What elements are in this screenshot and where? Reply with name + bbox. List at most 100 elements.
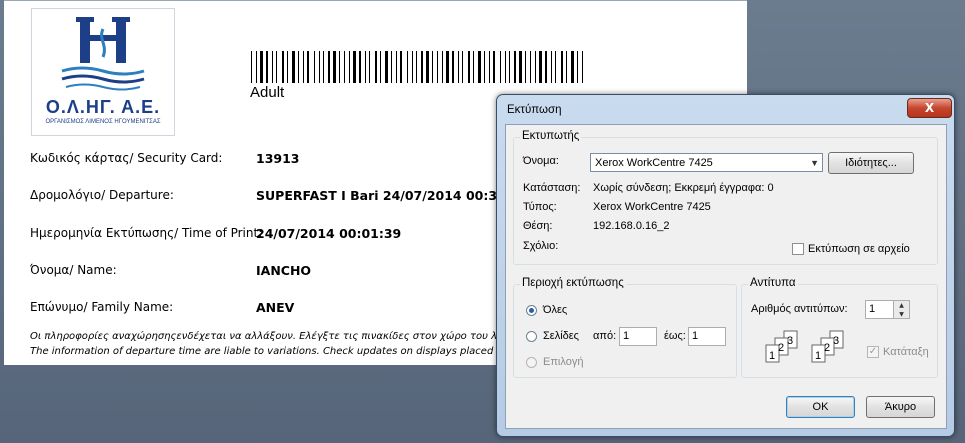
collate-page-3a: 3 <box>787 335 793 347</box>
collate-pages-icon: 1 2 3 1 2 3 <box>765 330 844 363</box>
barcode-bar <box>493 51 495 83</box>
from-page-input[interactable]: 1 <box>619 327 657 346</box>
copies-count-label: Αριθμός αντιτύπων: <box>751 303 848 315</box>
copies-count-input[interactable]: 1 <box>865 300 894 319</box>
barcode-bar <box>303 51 304 83</box>
cancel-button[interactable]: Άκυρο <box>866 396 935 418</box>
collate-page-2a: 2 <box>778 342 784 354</box>
barcode-bar <box>396 51 397 83</box>
logo-emblem-icon <box>61 17 145 91</box>
printer-name-value: Xerox WorkCentre 7425 <box>595 157 713 169</box>
barcode-bar <box>514 51 516 83</box>
barcode-bar <box>535 51 536 83</box>
range-all-label: Όλες <box>543 304 568 316</box>
print-range-title: Περιοχή εκτύπωσης <box>520 277 626 289</box>
comment-label: Σχόλιο: <box>523 240 559 252</box>
close-icon: X <box>924 101 935 115</box>
location-label: Θέση: <box>523 220 553 232</box>
copies-group: Αντίτυπα Αριθμός αντιτύπων: 1 ▲ ▼ 1 2 3 <box>741 277 938 378</box>
barcode-bar <box>272 51 273 83</box>
status-value: Χωρίς σύνδεση; Εκκρεμή έγγραφα: 0 <box>593 182 774 194</box>
barcode-bar <box>530 51 531 83</box>
close-button[interactable]: X <box>907 98 952 118</box>
spin-up-icon: ▲ <box>899 302 904 309</box>
collate-page-3b: 3 <box>833 335 839 347</box>
type-label: Τύπος: <box>523 201 557 213</box>
to-label: έως: <box>664 330 686 342</box>
print-dialog: Εκτύπωση X Εκτυπωτής Όνομα: Xerox WorkCe… <box>496 94 955 437</box>
barcode-bar <box>478 51 481 83</box>
barcode-bar <box>500 51 501 83</box>
barcode-bar <box>292 51 295 83</box>
barcode-bar <box>437 51 438 83</box>
name-label: Όνομα/ Name: <box>30 263 117 277</box>
ok-button[interactable]: OK <box>786 396 855 418</box>
print-time-label: Ημερομηνία Εκτύπωσης/ Time of Print: <box>30 226 263 240</box>
range-all-radio[interactable] <box>526 305 537 316</box>
barcode-bar <box>328 51 330 83</box>
port-authority-logo: Ο.Λ.ΗΓ. Α.Ε. ΟΡΓΑΝΙΣΜΟΣ ΛΙΜΕΝΟΣ ΗΓΟΥΜΕΝΙ… <box>31 8 175 136</box>
range-selection-label: Επιλογή <box>543 356 584 368</box>
barcode-bar <box>256 51 257 83</box>
barcode-bar <box>359 51 361 83</box>
barcode-bar <box>412 51 413 83</box>
barcode-bar <box>385 51 388 83</box>
collate-checkbox[interactable]: ✓ <box>867 346 879 358</box>
location-value: 192.168.0.16_2 <box>593 220 670 232</box>
printer-group-title: Εκτυπωτής <box>520 130 582 142</box>
barcode-bar <box>323 51 324 83</box>
barcode-bar <box>339 51 340 83</box>
departure-value: SUPERFAST I Bari 24/07/2014 00:30 <box>256 188 506 203</box>
chevron-down-icon: ▼ <box>810 158 819 168</box>
barcode-bar <box>319 51 320 83</box>
properties-button[interactable]: Ιδιότητες... <box>828 152 914 174</box>
barcode-bar <box>462 51 463 83</box>
spin-down-icon: ▼ <box>899 311 904 318</box>
barcode-bar <box>375 51 377 83</box>
dialog-title: Εκτύπωση <box>507 104 562 116</box>
barcode-bar <box>426 51 429 83</box>
dialog-body: Εκτυπωτής Όνομα: Xerox WorkCentre 7425 ▼… <box>505 124 947 429</box>
barcode-bar <box>484 51 485 83</box>
type-value: Xerox WorkCentre 7425 <box>593 201 711 213</box>
departure-label: Δρομολόγιο/ Departure: <box>30 188 174 202</box>
to-page-input[interactable]: 1 <box>688 327 726 346</box>
notice-greek: Οι πληροφορίες αναχώρησηςενδέχεται να αλ… <box>30 331 513 342</box>
barcode-bar <box>577 51 578 83</box>
barcode-bar <box>369 51 370 83</box>
barcode-bar <box>251 51 252 83</box>
print-time-value: 24/07/2014 00:01:39 <box>256 226 402 241</box>
barcode-bar <box>365 51 366 83</box>
security-card-label: Κωδικός κάρτας/ Security Card: <box>30 151 223 165</box>
barcode-bar <box>400 51 402 83</box>
barcode-bar <box>442 51 443 83</box>
barcode-bar <box>566 51 567 83</box>
barcode-bar <box>545 51 547 83</box>
collate-page-1a: 1 <box>769 350 775 362</box>
logo-name: Ο.Λ.ΗΓ. Α.Ε. <box>45 97 161 117</box>
printer-name-select[interactable]: Xerox WorkCentre 7425 ▼ <box>590 153 823 172</box>
barcode-bar <box>582 51 583 83</box>
barcode-bar <box>353 51 356 83</box>
barcode-bar <box>458 51 459 83</box>
family-name-label: Επώνυμο/ Family Name: <box>30 300 174 314</box>
barcode-bar <box>446 51 449 83</box>
barcode-bar <box>298 51 299 83</box>
barcode-bar <box>260 51 263 83</box>
barcode-bar <box>307 51 309 83</box>
barcode-bar <box>287 51 288 83</box>
logo-subtitle: ΟΡΓΑΝΙΣΜΟΣ ΛΙΜΕΝΟΣ ΗΓΟΥΜΕΝΙΤΣΑΣ <box>45 119 161 125</box>
copies-title: Αντίτυπα <box>748 277 798 289</box>
family-name-value: ANEV <box>256 300 295 315</box>
range-pages-radio[interactable] <box>526 331 537 342</box>
barcode-bar <box>539 51 542 83</box>
print-to-file-checkbox[interactable] <box>792 243 804 255</box>
barcode-bar <box>509 51 510 83</box>
range-selection-radio[interactable] <box>526 357 537 368</box>
copies-spinner[interactable]: ▲ ▼ <box>894 300 910 319</box>
barcode-bar <box>391 51 392 83</box>
barcode-bar <box>349 51 350 83</box>
notice-english: The information of departure time are li… <box>30 346 494 357</box>
barcode-bar <box>571 51 574 83</box>
barcode-bar <box>266 51 268 83</box>
